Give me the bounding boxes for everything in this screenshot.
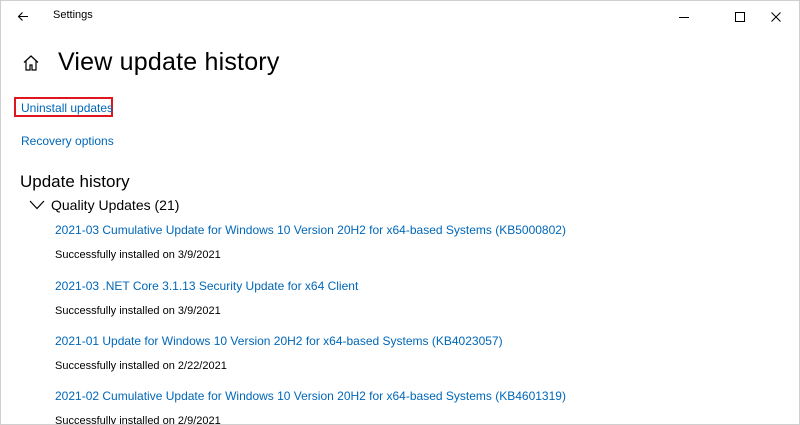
- list-item: 2021-03 .NET Core 3.1.13 Security Update…: [55, 279, 358, 318]
- update-status: Successfully installed on 3/9/2021: [55, 249, 221, 261]
- uninstall-updates-link[interactable]: Uninstall updates: [21, 101, 113, 115]
- group-label: Quality Updates (21): [51, 197, 180, 213]
- home-button[interactable]: [21, 53, 41, 73]
- quality-updates-group-header[interactable]: Quality Updates (21): [29, 197, 179, 213]
- chevron-down-icon: [29, 200, 45, 210]
- home-icon: [23, 55, 39, 71]
- close-icon: [771, 11, 781, 22]
- close-button[interactable]: [753, 1, 799, 32]
- settings-window: Settings View update history Uninstall u…: [0, 0, 800, 425]
- list-item: 2021-01 Update for Windows 10 Version 20…: [55, 334, 503, 373]
- update-name-link[interactable]: 2021-03 Cumulative Update for Windows 10…: [55, 223, 566, 237]
- update-name-link[interactable]: 2021-01 Update for Windows 10 Version 20…: [55, 334, 503, 348]
- recovery-options-link[interactable]: Recovery options: [21, 134, 114, 148]
- update-status: Successfully installed on 3/9/2021: [55, 305, 221, 317]
- list-item: 2021-02 Cumulative Update for Windows 10…: [55, 389, 566, 425]
- update-status: Successfully installed on 2/9/2021: [55, 415, 221, 425]
- update-name-link[interactable]: 2021-03 .NET Core 3.1.13 Security Update…: [55, 279, 358, 293]
- back-arrow-icon: [17, 11, 28, 21]
- back-button[interactable]: [9, 3, 37, 29]
- maximize-icon: [735, 11, 745, 22]
- window-title: Settings: [53, 9, 93, 21]
- minimize-icon: [679, 16, 689, 18]
- page-title: View update history: [58, 48, 280, 76]
- update-status: Successfully installed on 2/22/2021: [55, 360, 227, 372]
- list-item: 2021-03 Cumulative Update for Windows 10…: [55, 223, 566, 262]
- update-name-link[interactable]: 2021-02 Cumulative Update for Windows 10…: [55, 389, 566, 403]
- title-bar: Settings: [1, 1, 799, 32]
- update-history-heading: Update history: [20, 172, 130, 191]
- minimize-button[interactable]: [661, 1, 707, 32]
